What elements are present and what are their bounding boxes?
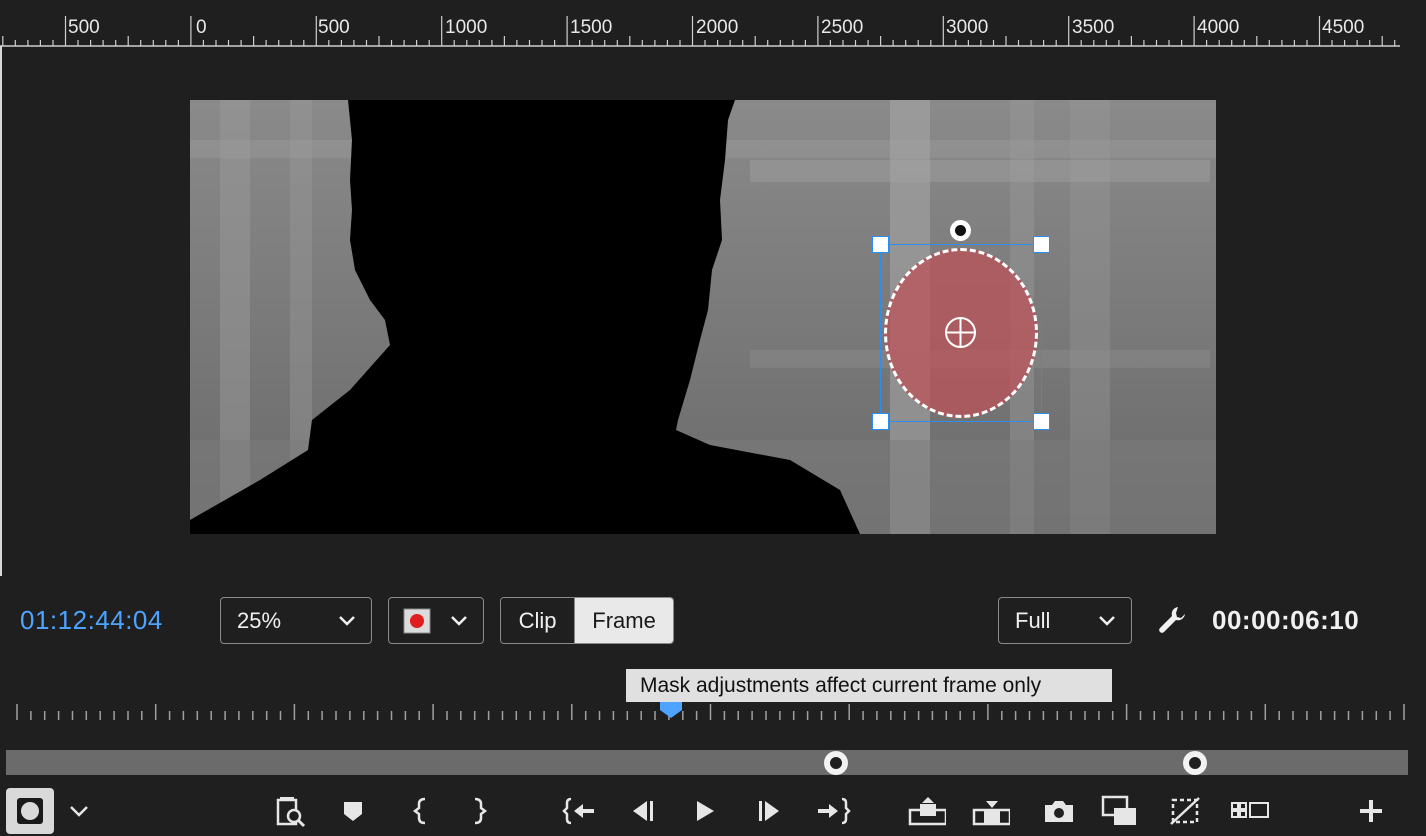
chevron-down-icon (339, 616, 355, 626)
go-to-out-button[interactable] (814, 792, 852, 830)
mask-tool-icon (17, 798, 43, 824)
export-frame-button[interactable] (1040, 792, 1078, 830)
zoom-search-button[interactable] (272, 792, 310, 830)
step-forward-button[interactable] (750, 792, 788, 830)
resolution-value: Full (1015, 607, 1051, 633)
timeline-ruler[interactable] (0, 698, 1426, 728)
step-back-button[interactable] (624, 792, 662, 830)
play-icon (697, 801, 714, 821)
toggle-proxies-icon (1170, 797, 1200, 825)
horizontal-ruler: 500 0 500 1000 1500 2000 2500 3000 3500 … (0, 0, 1426, 50)
mask-tool-button[interactable] (6, 788, 54, 834)
zoom-search-icon (276, 797, 306, 828)
mask-mode-toggle: Clip Frame (500, 597, 674, 644)
ruler-label: 1500 (570, 17, 613, 38)
mask-handle-bottom-left[interactable] (872, 413, 889, 430)
chevron-down-icon (70, 806, 88, 817)
vertical-ruler (0, 46, 2, 576)
tooltip: Mask adjustments affect current frame on… (626, 669, 1112, 702)
ruler-label: 3000 (946, 17, 989, 38)
chevron-down-icon (1099, 616, 1115, 626)
mask-handle-bottom-right[interactable] (1033, 413, 1050, 430)
ruler-label: 2000 (696, 17, 739, 38)
ruler-label: 500 (318, 17, 350, 38)
frame-mode-button[interactable]: Frame (575, 598, 673, 643)
export-frame-icon (1045, 801, 1073, 822)
ruler-label: 0 (196, 17, 207, 38)
mark-in-button[interactable] (402, 792, 440, 830)
resolution-dropdown[interactable]: Full (998, 597, 1132, 644)
go-to-out-icon (818, 797, 851, 825)
mask-handle-top-right[interactable] (1033, 236, 1050, 253)
program-monitor: 500 0 500 1000 1500 2000 2500 3000 3500 … (0, 0, 1426, 836)
zoom-value: 25% (237, 607, 282, 633)
mask-handle-top-left[interactable] (872, 236, 889, 253)
clip-mode-button[interactable]: Clip (501, 598, 576, 643)
ruler-label: 4000 (1197, 17, 1240, 38)
wrench-settings-icon[interactable] (1156, 604, 1188, 636)
comparison-view-button[interactable] (1100, 792, 1138, 830)
multi-camera-icon (1231, 802, 1269, 818)
ruler-label: 4500 (1322, 17, 1365, 38)
comparison-view-icon (1101, 795, 1136, 825)
mask-tool-menu-button[interactable] (60, 792, 98, 830)
mark-out-button[interactable] (460, 792, 498, 830)
add-marker-button[interactable] (334, 792, 372, 830)
ruler-label: 3500 (1072, 17, 1115, 38)
overwrite-button[interactable] (972, 792, 1010, 830)
multi-camera-button[interactable] (1228, 792, 1272, 830)
overwrite-icon (972, 801, 1010, 826)
scroll-bar-right-handle[interactable] (1183, 751, 1207, 775)
ruler-label: 500 (68, 17, 100, 38)
step-forward-icon (759, 801, 779, 821)
video-image (190, 100, 1216, 534)
marker-icon (344, 802, 362, 821)
video-frame[interactable] (190, 100, 1216, 534)
scroll-bar-left-handle[interactable] (824, 751, 848, 775)
add-button[interactable] (1352, 792, 1390, 830)
ruler-label: 1000 (445, 17, 488, 38)
toggle-proxies-button[interactable] (1166, 792, 1204, 830)
ruler-label: 2500 (821, 17, 864, 38)
mask-center-crosshair-icon[interactable] (944, 316, 977, 349)
playhead-marker-icon[interactable] (660, 702, 682, 718)
play-button[interactable] (686, 792, 724, 830)
zoom-dropdown[interactable]: 25% (220, 597, 372, 644)
go-to-in-icon (562, 797, 594, 825)
mask-rotation-handle[interactable] (950, 220, 971, 241)
mask-color-dropdown[interactable] (388, 597, 484, 644)
current-timecode[interactable]: 01:12:44:04 (20, 605, 163, 636)
mark-out-icon (474, 797, 488, 825)
insert-icon (908, 797, 946, 826)
step-back-icon (633, 801, 653, 821)
chevron-down-icon (451, 616, 467, 626)
mark-in-icon (412, 797, 426, 825)
go-to-in-button[interactable] (561, 792, 599, 830)
color-swatch-icon (403, 608, 431, 634)
plus-icon (1360, 800, 1382, 822)
insert-button[interactable] (908, 792, 946, 830)
duration-timecode: 00:00:06:10 (1212, 605, 1360, 635)
